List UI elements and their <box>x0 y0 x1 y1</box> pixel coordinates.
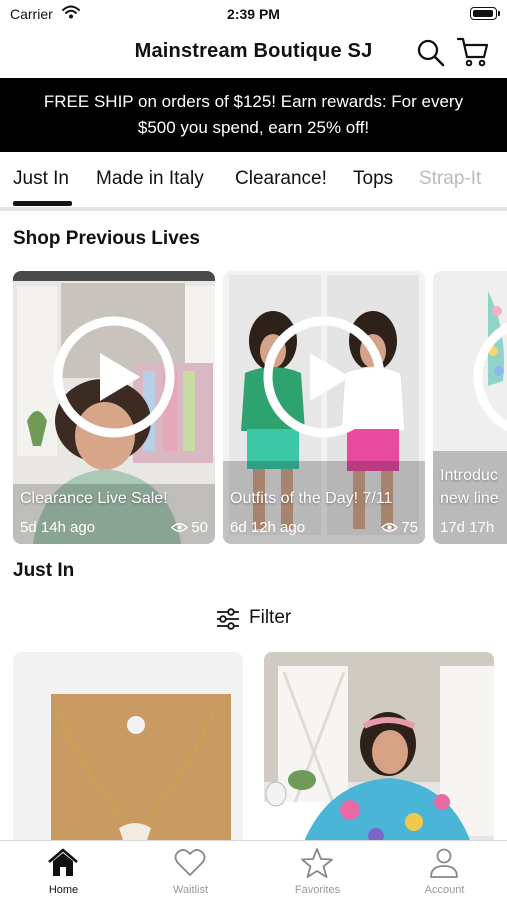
tab-made-in-italy[interactable]: Made in Italy <box>96 168 204 190</box>
live-video-card[interactable]: Introduc new line 17d 17h <box>433 271 507 544</box>
filter-label: Filter <box>249 607 292 628</box>
live-title: Introduc new line <box>440 467 499 507</box>
tab-home[interactable]: Home <box>0 841 127 900</box>
tab-account-label: Account <box>424 884 465 896</box>
tab-clearance[interactable]: Clearance! <box>235 168 327 190</box>
tab-home-label: Home <box>48 884 79 896</box>
eye-icon <box>381 523 399 532</box>
live-title: Clearance Live Sale! <box>20 490 168 507</box>
bottom-tab-bar: Home Waitlist Favorites Account <box>0 840 507 900</box>
tab-strap-it[interactable]: Strap-It <box>419 168 481 190</box>
view-count-value: 50 <box>191 519 208 536</box>
live-time-ago: 17d 17h <box>440 519 495 536</box>
product-image <box>13 652 243 852</box>
battery-level <box>473 10 493 17</box>
product-card[interactable] <box>264 652 494 852</box>
just-in-heading: Just In <box>13 560 75 581</box>
play-icon[interactable] <box>52 315 176 439</box>
tab-waitlist-label: Waitlist <box>172 884 209 896</box>
live-view-count: 50 <box>171 519 208 536</box>
tab-tops[interactable]: Tops <box>353 168 393 190</box>
product-card[interactable] <box>13 652 243 852</box>
live-time-ago: 5d 14h ago <box>20 519 96 536</box>
promo-line-1: FREE SHIP on orders of $125! Earn reward… <box>43 92 464 111</box>
battery-icon <box>470 7 500 20</box>
promo-banner[interactable]: FREE SHIP on orders of $125! Earn reward… <box>0 78 507 152</box>
star-icon <box>301 848 333 878</box>
live-video-card[interactable]: Outfits of the Day! 7/11 6d 12h ago 75 <box>223 271 425 544</box>
status-time: 2:39 PM <box>227 6 280 22</box>
user-icon <box>430 848 458 878</box>
tab-favorites-label: Favorites <box>294 884 341 896</box>
play-icon[interactable] <box>262 315 386 439</box>
previous-lives-heading: Shop Previous Lives <box>13 228 200 249</box>
tabs-divider <box>0 207 507 211</box>
cart-icon[interactable] <box>456 36 490 68</box>
live-title: Outfits of the Day! 7/11 <box>230 490 393 507</box>
search-icon[interactable] <box>416 38 446 68</box>
app-header: Mainstream Boutique SJ <box>0 30 507 78</box>
live-video-card[interactable]: Clearance Live Sale! 5d 14h ago 50 <box>13 271 215 544</box>
home-icon <box>48 848 78 876</box>
tab-just-in[interactable]: Just In <box>13 168 69 190</box>
category-tabs: Just In Made in Italy Clearance! Tops St… <box>0 152 507 210</box>
play-icon[interactable] <box>472 315 507 439</box>
previous-lives-carousel[interactable]: Clearance Live Sale! 5d 14h ago 50 Outfi… <box>0 271 507 545</box>
eye-icon <box>171 523 189 532</box>
live-view-count: 75 <box>381 519 418 536</box>
heart-icon <box>174 849 206 876</box>
promo-line-2: $500 you spend, earn 25% off! <box>137 118 370 137</box>
selected-tab-indicator <box>13 201 72 206</box>
product-image <box>264 652 494 852</box>
tab-waitlist[interactable]: Waitlist <box>127 841 254 900</box>
filter-icon <box>217 608 239 630</box>
tab-account[interactable]: Account <box>381 841 507 900</box>
tab-favorites[interactable]: Favorites <box>254 841 381 900</box>
view-count-value: 75 <box>401 519 418 536</box>
filter-button[interactable]: Filter <box>0 604 507 634</box>
status-bar: Carrier 2:39 PM <box>0 0 507 30</box>
live-time-ago: 6d 12h ago <box>230 519 306 536</box>
